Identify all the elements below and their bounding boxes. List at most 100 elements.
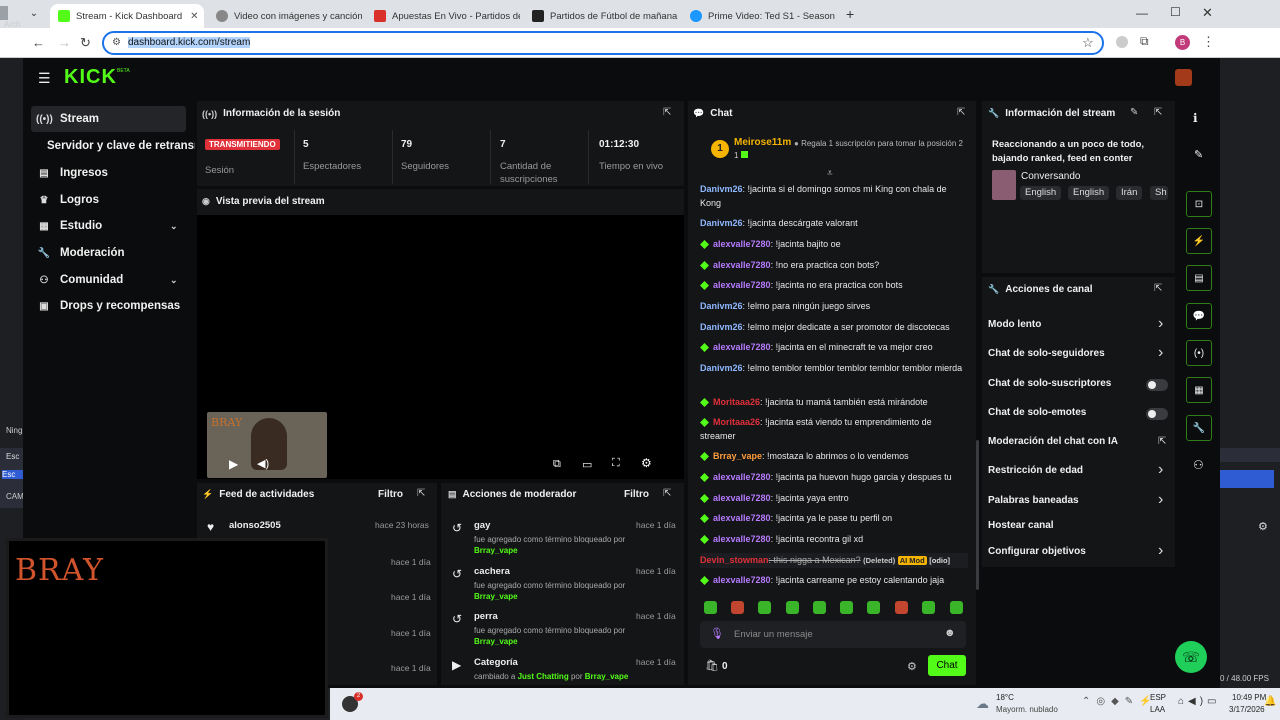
chevron-down-icon[interactable]: ⌄ — [170, 275, 178, 286]
emote-icon[interactable] — [758, 601, 771, 614]
hamburger-icon[interactable]: ☰ — [38, 70, 51, 87]
obs-right-selected[interactable] — [1220, 470, 1274, 488]
chat-username[interactable]: alexvalle7280 — [713, 575, 771, 585]
undo-icon[interactable]: ↺ — [452, 612, 462, 626]
edit-icon[interactable]: ✎ — [1130, 107, 1138, 118]
fullscreen-icon[interactable]: ⛶ — [612, 457, 620, 470]
feed-filter-button[interactable]: Filtro — [378, 489, 403, 500]
back-icon[interactable]: ← — [32, 35, 45, 50]
minimize-icon[interactable]: — — [1136, 6, 1148, 20]
rail-layout-button[interactable]: ▦ — [1186, 377, 1212, 403]
chat-settings-icon[interactable]: ⚙ — [907, 660, 917, 673]
forward-icon[interactable]: → — [58, 35, 71, 50]
extension-icon[interactable] — [1116, 36, 1128, 48]
chat-username[interactable]: alexvalle7280 — [713, 239, 771, 249]
popout-icon[interactable]: ⇱ — [1154, 107, 1162, 118]
mod-filter-button[interactable]: Filtro — [624, 489, 649, 500]
emote-icon[interactable] — [950, 601, 963, 614]
chevron-right-icon[interactable]: › — [1158, 461, 1163, 479]
close-tab-icon[interactable]: ✕ — [182, 11, 198, 22]
notifications-icon[interactable]: 🔔 — [1264, 696, 1276, 707]
chevron-right-icon[interactable]: › — [1158, 542, 1163, 560]
rail-bolt-button[interactable]: ⚡ — [1186, 228, 1212, 254]
weather-icon[interactable]: ☁ — [976, 696, 989, 712]
rail-camera-button[interactable]: ⊡ — [1186, 191, 1212, 217]
emoji-icon[interactable]: ☻ — [944, 627, 956, 639]
tray-icons[interactable]: ⌃◎◆✎⚡ — [1082, 696, 1158, 707]
popout-icon[interactable]: ⇱ — [957, 107, 965, 118]
url-text[interactable]: dashboard.kick.com/stream — [128, 37, 251, 48]
channel-action-row[interactable]: Chat de solo-emotes — [988, 407, 1086, 418]
tab-futbol[interactable]: Partidos de Fútbol de mañana: ✕ — [524, 4, 678, 28]
chat-username[interactable]: alexvalle7280 — [713, 513, 771, 523]
theater-icon[interactable]: ▭ — [582, 458, 592, 471]
chat-expand-icon[interactable]: ⩡ — [827, 168, 833, 179]
channel-action-row[interactable]: Chat de solo-suscriptores — [988, 378, 1111, 389]
play-icon[interactable]: ▶ — [229, 457, 238, 471]
maximize-icon[interactable]: ☐ — [1170, 5, 1181, 19]
emote-icon[interactable] — [704, 601, 717, 614]
tab-kick-dashboard[interactable]: Stream - Kick Dashboard ✕ — [50, 4, 204, 28]
chat-username[interactable]: alexvalle7280 — [713, 493, 771, 503]
channel-action-row[interactable]: Moderación del chat con IA — [988, 436, 1118, 447]
edit-icon[interactable]: ✎ — [1194, 148, 1203, 161]
popout-icon[interactable]: ⇱ — [663, 107, 671, 118]
chevron-down-icon[interactable]: ⌄ — [170, 221, 178, 232]
emote-icon[interactable] — [922, 601, 935, 614]
sidebar-item-ingresos[interactable]: ▤ Ingresos — [36, 162, 108, 184]
emote-icon[interactable] — [786, 601, 799, 614]
chat-username[interactable]: Moritaaa26 — [713, 397, 760, 407]
tab-video[interactable]: Video con imágenes y canción ✕ — [208, 4, 362, 28]
chat-username[interactable]: Danivm26 — [700, 184, 743, 194]
site-info-icon[interactable]: ⚙ — [112, 37, 121, 48]
community-icon[interactable]: ⚇ — [1193, 458, 1204, 472]
channel-action-row[interactable]: Chat de solo-seguidores — [988, 348, 1105, 359]
volume-icon[interactable]: ◀) — [257, 457, 269, 470]
chat-username[interactable]: Danivm26 — [700, 218, 743, 228]
pinned-user[interactable]: Meirose11m — [734, 137, 791, 148]
sidebar-item-drops[interactable]: ▣ Drops y recompensas — [36, 295, 180, 317]
rail-chat-button[interactable]: 💬 — [1186, 303, 1212, 329]
sidebar-item-servidor[interactable]: Servidor y clave de retransmisión — [47, 135, 195, 157]
emote-icon[interactable] — [813, 601, 826, 614]
emote-icon[interactable] — [731, 601, 744, 614]
chat-username[interactable]: Devin_stowman — [700, 555, 769, 565]
chat-username[interactable]: Moritaaa26 — [713, 417, 760, 427]
undo-icon[interactable]: ↺ — [452, 567, 462, 581]
pip-icon[interactable]: ⧉ — [553, 458, 561, 471]
sidebar-item-estudio[interactable]: ▦ Estudio ⌄ — [36, 215, 186, 237]
undo-icon[interactable]: ↺ — [452, 521, 462, 535]
system-icons[interactable]: ⌂◀)▭ — [1178, 696, 1221, 707]
new-tab-icon[interactable]: + — [846, 6, 854, 22]
sidebar-item-logros[interactable]: ♛ Logros — [36, 189, 99, 211]
rail-broadcast-button[interactable]: (•) — [1186, 340, 1212, 366]
obs-right-gear-icon[interactable]: ⚙ — [1258, 520, 1268, 533]
chevron-right-icon[interactable]: › — [1158, 491, 1163, 509]
reload-icon[interactable]: ↻ — [80, 35, 91, 51]
popout-icon[interactable]: ⇱ — [417, 488, 425, 499]
settings-icon[interactable]: ⚙ — [641, 456, 652, 470]
channel-action-row[interactable]: Modo lento — [988, 319, 1041, 330]
url-field[interactable]: ⚙ dashboard.kick.com/stream ☆ — [102, 31, 1104, 55]
chat-username[interactable]: alexvalle7280 — [713, 280, 771, 290]
info-icon[interactable]: ℹ — [1193, 111, 1198, 125]
clock-time[interactable]: 10:49 PM — [1232, 693, 1266, 702]
chat-username[interactable]: Brray_vape — [713, 451, 762, 461]
emote-icon[interactable] — [867, 601, 880, 614]
emote-icon[interactable] — [895, 601, 908, 614]
rail-doc-button[interactable]: ▤ — [1186, 265, 1212, 291]
tab-apuestas[interactable]: Apuestas En Vivo - Partidos de ✕ — [366, 4, 520, 28]
chat-username[interactable]: alexvalle7280 — [713, 472, 771, 482]
popout-icon[interactable]: ⇱ — [1154, 283, 1162, 294]
rail-wrench-button[interactable]: 🔧 — [1186, 415, 1212, 441]
channel-action-row[interactable]: Hostear canal — [988, 520, 1054, 531]
close-window-icon[interactable]: ✕ — [1202, 5, 1213, 21]
profile-avatar[interactable]: B — [1175, 35, 1190, 50]
send-chat-button[interactable]: Chat — [928, 655, 966, 676]
chat-username[interactable]: alexvalle7280 — [713, 534, 771, 544]
chat-username[interactable]: Danivm26 — [700, 363, 743, 373]
emote-icon[interactable] — [840, 601, 853, 614]
chat-username[interactable]: alexvalle7280 — [713, 260, 771, 270]
support-button[interactable]: ☏ — [1175, 641, 1207, 673]
toggle-switch[interactable] — [1146, 379, 1168, 391]
